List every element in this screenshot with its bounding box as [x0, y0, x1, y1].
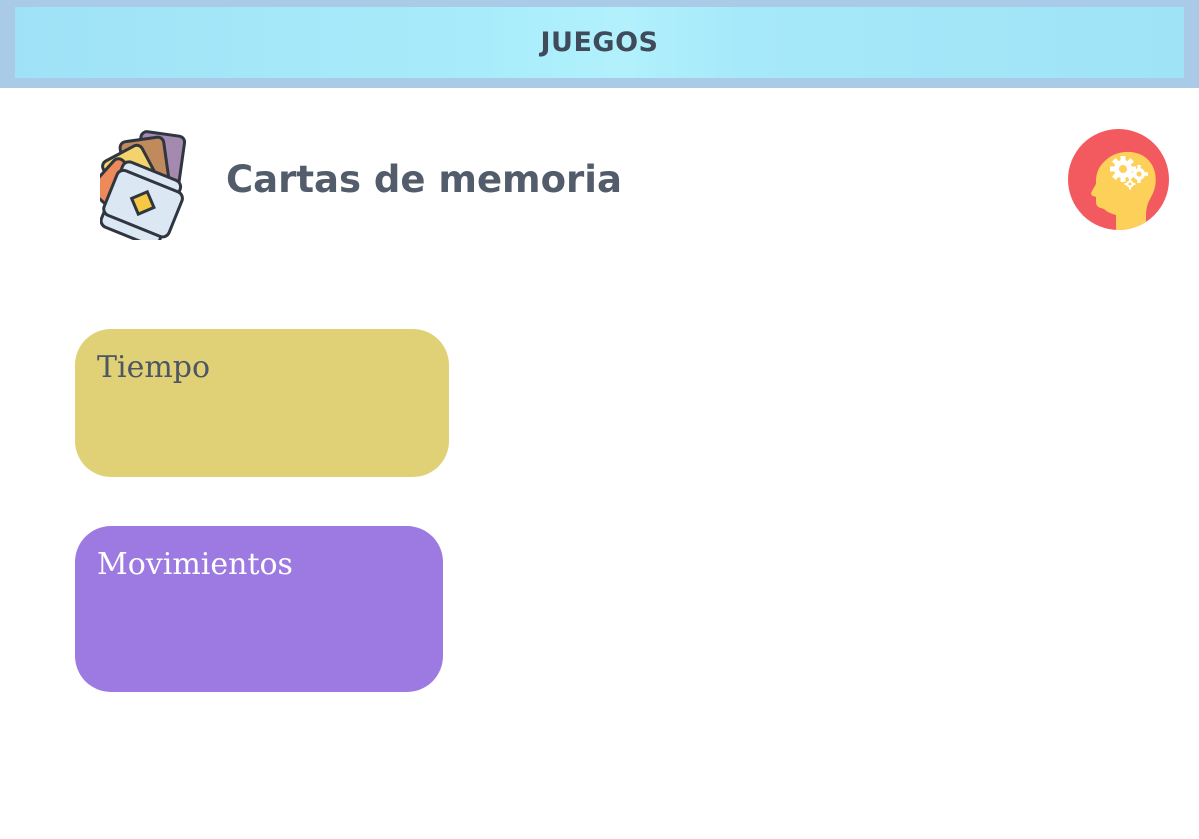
game-title: Cartas de memoria [226, 158, 622, 201]
brain-gears-icon [1091, 151, 1156, 230]
brain-gears-button[interactable] [1068, 129, 1169, 230]
top-banner-panel: JUEGOS [15, 7, 1184, 78]
time-card: Tiempo [75, 329, 449, 477]
moves-card: Movimientos [75, 526, 443, 692]
top-banner: JUEGOS [0, 0, 1199, 88]
memory-cards-icon [89, 128, 192, 248]
moves-label: Movimientos [97, 547, 293, 582]
game-screen: JUEGOS Cartas de memoria Tiempo Movimien… [0, 0, 1199, 839]
page-title: JUEGOS [540, 27, 659, 58]
time-label: Tiempo [97, 350, 211, 385]
